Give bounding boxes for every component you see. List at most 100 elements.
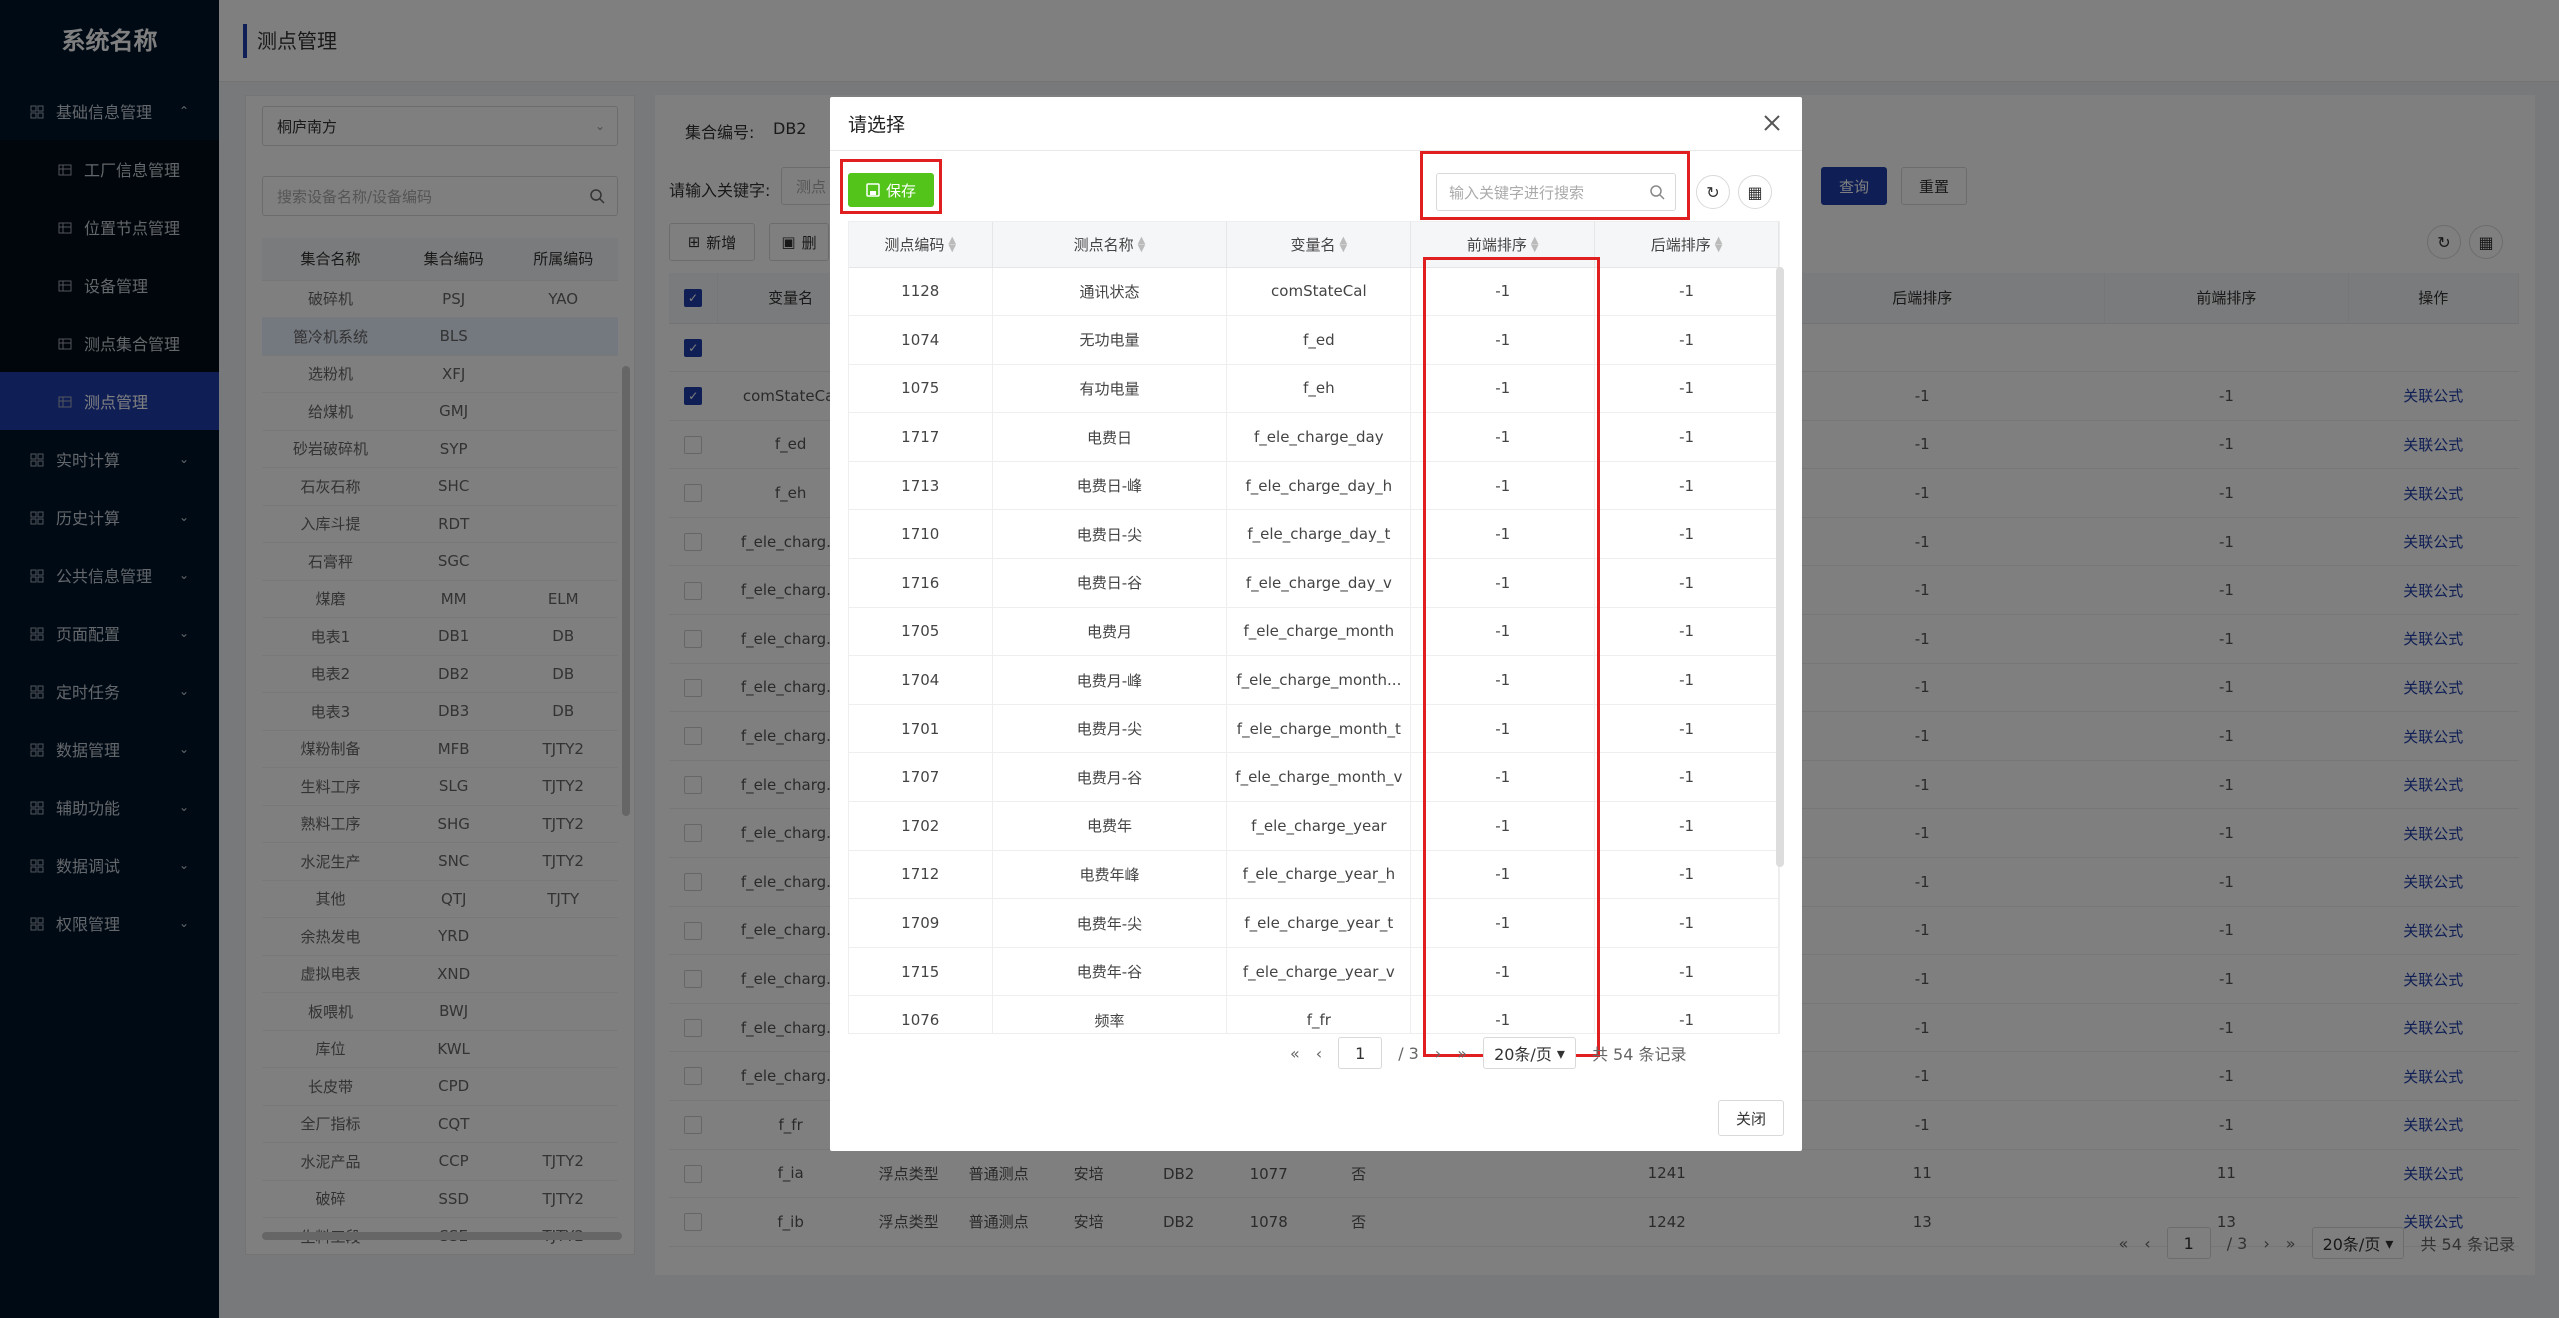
highlight-sort-columns: [1423, 257, 1600, 1057]
dialog-table-row[interactable]: 1076 频率 f_fr -1 -1: [849, 995, 1779, 1033]
dialog-table-cell: f_ele_charge_month...: [1226, 655, 1412, 705]
dialog-pager: « ‹ 1 / 3 › » 20条/页 ▾ 共 54 条记录: [1290, 1037, 1687, 1069]
search-icon: [1650, 185, 1665, 200]
dialog-header-label: 变量名: [1290, 235, 1336, 254]
dialog-table-row[interactable]: 1701 电费月-尖 f_ele_charge_month_t -1 -1: [849, 704, 1779, 754]
dialog-table-row[interactable]: 1707 电费月-谷 f_ele_charge_month_v -1 -1: [849, 752, 1779, 803]
dialog-table-cell: -1: [1594, 752, 1779, 803]
dialog-table-cell: 1128: [849, 267, 993, 317]
dialog-table-cell: 有功电量: [992, 364, 1228, 414]
dialog-header-label: 后端排序: [1650, 235, 1711, 254]
dialog-table-cell: -1: [1594, 655, 1779, 705]
sort-icon[interactable]: ▲ ▼: [1715, 236, 1723, 254]
dialog-table-cell: f_ele_charge_month_t: [1226, 704, 1412, 754]
sort-icon[interactable]: ▲ ▼: [1138, 236, 1146, 254]
dialog-table: 测点编码 ▲ ▼ 测点名称 ▲ ▼ 变量名 ▲ ▼ 前端排序 ▲ ▼ 后端排序 ▲ ▼ 1128 通讯状态 co…: [849, 222, 1779, 1033]
dialog-table-row[interactable]: 1709 电费年-尖 f_ele_charge_year_t -1 -1: [849, 898, 1779, 948]
dialog-table-cell: 电费年-尖: [992, 898, 1228, 948]
dialog-table-cell: f_ele_charge_year_t: [1226, 898, 1412, 948]
dialog-page-input[interactable]: 1: [1338, 1037, 1383, 1069]
dialog-table-header[interactable]: 测点编码 ▲ ▼: [849, 222, 993, 268]
dialog-table-cell: 1709: [849, 898, 993, 948]
dialog-table-cell: 无功电量: [992, 315, 1228, 365]
dialog-table-row[interactable]: 1074 无功电量 f_ed -1 -1: [849, 315, 1779, 365]
dialog-table-header[interactable]: 变量名 ▲ ▼: [1226, 222, 1412, 268]
dialog-table-cell: 1701: [849, 704, 993, 754]
dialog-table-cell: -1: [1594, 267, 1779, 317]
refresh-icon: ↻: [1706, 182, 1720, 202]
dialog-grid-button[interactable]: ▦: [1738, 175, 1772, 209]
dialog-table-cell: f_ele_charge_year: [1226, 801, 1412, 851]
dialog-table-row[interactable]: 1075 有功电量 f_eh -1 -1: [849, 364, 1779, 414]
dialog-table-cell: -1: [1594, 995, 1779, 1033]
dialog-table-cell: 电费年-谷: [992, 947, 1228, 997]
dialog-table-row[interactable]: 1717 电费日 f_ele_charge_day -1 -1: [849, 412, 1779, 462]
dialog-header: 请选择: [830, 97, 1802, 151]
select-dialog: 请选择 保存 输入关键字进行搜索 ↻ ▦ 测点编码 ▲ ▼ 测点名称 ▲ ▼ 变量名 ▲ ▼ 前端…: [830, 97, 1802, 1151]
dialog-table-cell: 频率: [992, 995, 1228, 1033]
dialog-table-cell: -1: [1594, 850, 1779, 900]
dialog-table-cell: 1713: [849, 461, 993, 511]
dialog-table-cell: f_fr: [1226, 995, 1412, 1033]
dialog-table-row[interactable]: 1702 电费年 f_ele_charge_year -1 -1: [849, 801, 1779, 851]
dialog-search-placeholder: 输入关键字进行搜索: [1449, 183, 1585, 202]
dialog-table-cell: 1712: [849, 850, 993, 900]
dialog-page-size-select[interactable]: 20条/页 ▾: [1483, 1037, 1576, 1069]
dialog-table-cell: 1710: [849, 509, 993, 560]
dialog-table-cell: 1715: [849, 947, 993, 997]
dialog-table-cell: -1: [1594, 364, 1779, 414]
dialog-header-label: 测点编码: [884, 235, 945, 254]
dialog-table-row[interactable]: 1716 电费日-谷 f_ele_charge_day_v -1 -1: [849, 558, 1779, 608]
dialog-table-vscroll[interactable]: [1776, 267, 1784, 867]
dialog-table-cell: 电费月: [992, 607, 1228, 657]
dialog-table-cell: -1: [1594, 704, 1779, 754]
dialog-table-cell: -1: [1594, 558, 1779, 608]
dialog-table-cell: 通讯状态: [992, 267, 1228, 317]
dialog-table-cell: -1: [1594, 607, 1779, 657]
save-button[interactable]: 保存: [848, 173, 934, 207]
dialog-table-cell: 电费月-谷: [992, 752, 1228, 803]
dialog-table-row[interactable]: 1712 电费年峰 f_ele_charge_year_h -1 -1: [849, 850, 1779, 900]
dialog-table-cell: 1076: [849, 995, 993, 1033]
dialog-table-row[interactable]: 1705 电费月 f_ele_charge_month -1 -1: [849, 607, 1779, 657]
dialog-header-label: 前端排序: [1466, 235, 1527, 254]
dialog-table-cell: f_ele_charge_month: [1226, 607, 1412, 657]
dialog-table-cell: f_eh: [1226, 364, 1412, 414]
dialog-table-cell: -1: [1594, 315, 1779, 365]
dialog-table-row[interactable]: 1713 电费日-峰 f_ele_charge_day_h -1 -1: [849, 461, 1779, 511]
prev-page-icon[interactable]: ‹: [1316, 1044, 1322, 1063]
dialog-table-header[interactable]: 后端排序 ▲ ▼: [1594, 222, 1779, 268]
dialog-table-cell: 1707: [849, 752, 993, 803]
dialog-table-cell: f_ele_charge_year_v: [1226, 947, 1412, 997]
sort-icon[interactable]: ▲ ▼: [1340, 236, 1348, 254]
dialog-table-row[interactable]: 1704 电费月-峰 f_ele_charge_month... -1 -1: [849, 655, 1779, 705]
dialog-table-cell: -1: [1594, 509, 1779, 560]
dialog-table-cell: f_ele_charge_day_t: [1226, 509, 1412, 560]
dialog-table-wrap: 测点编码 ▲ ▼ 测点名称 ▲ ▼ 变量名 ▲ ▼ 前端排序 ▲ ▼ 后端排序 ▲ ▼ 1128 通讯状态 co…: [848, 221, 1780, 1034]
dialog-table-cell: 电费日-尖: [992, 509, 1228, 560]
dialog-table-cell: f_ed: [1226, 315, 1412, 365]
dialog-close-button[interactable]: 关闭: [1718, 1100, 1784, 1136]
dialog-table-cell: comStateCal: [1226, 267, 1412, 317]
next-page-icon[interactable]: ›: [1435, 1044, 1441, 1063]
dialog-table-row[interactable]: 1710 电费日-尖 f_ele_charge_day_t -1 -1: [849, 509, 1779, 560]
dialog-table-cell: -1: [1594, 898, 1779, 948]
dialog-refresh-button[interactable]: ↻: [1696, 175, 1730, 209]
close-icon[interactable]: [1760, 111, 1784, 135]
dialog-search-input[interactable]: 输入关键字进行搜索: [1436, 173, 1676, 211]
dialog-table-row[interactable]: 1715 电费年-谷 f_ele_charge_year_v -1 -1: [849, 947, 1779, 997]
dialog-table-cell: -1: [1594, 461, 1779, 511]
dialog-table-cell: 1704: [849, 655, 993, 705]
dialog-table-cell: 电费年峰: [992, 850, 1228, 900]
dialog-table-cell: 电费日-峰: [992, 461, 1228, 511]
dialog-table-cell: f_ele_charge_year_h: [1226, 850, 1412, 900]
dialog-header-label: 测点名称: [1073, 235, 1134, 254]
sort-icon[interactable]: ▲ ▼: [1531, 236, 1539, 254]
dialog-table-row[interactable]: 1128 通讯状态 comStateCal -1 -1: [849, 267, 1779, 317]
last-page-icon[interactable]: »: [1457, 1044, 1467, 1063]
dialog-table-cell: 电费日: [992, 412, 1228, 462]
dialog-table-header[interactable]: 测点名称 ▲ ▼: [992, 222, 1228, 268]
first-page-icon[interactable]: «: [1290, 1044, 1300, 1063]
sort-icon[interactable]: ▲ ▼: [948, 236, 956, 254]
dialog-table-cell: 1716: [849, 558, 993, 608]
